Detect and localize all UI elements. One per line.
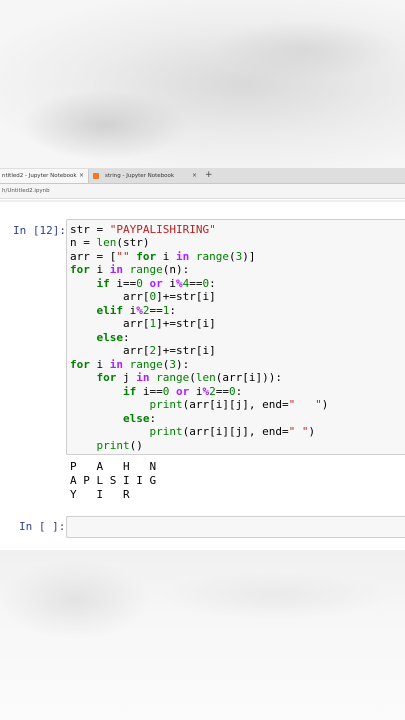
code-line: if i==0 or i%4==0: [96,277,216,290]
background-blur [20,90,190,160]
tab-title: ntitled2 - Jupyter Notebook [2,173,77,179]
new-tab-button[interactable]: + [205,169,213,182]
code-line: arr[2]+=str[i] [70,344,216,357]
blurred-video-background-bottom [0,550,405,720]
address-bar[interactable]: h/Untitled2.ipynb [0,184,405,199]
code-line: n = len(str) [70,236,150,249]
code-line: for j in range(len(arr[i])): [96,371,282,384]
url-text: h/Untitled2.ipynb [2,188,50,194]
cell-output-line: Y I R [70,488,130,501]
code-line: for i in range(3): [70,358,190,371]
cell-prompt: In [12]: [13,224,66,237]
code-line: print(arr[i][j], end=" ") [149,398,329,411]
close-tab-icon[interactable]: × [192,169,197,183]
code-line: str = "PAYPALISHIRING" [70,223,216,236]
browser-tab-bar: ntitled2 - Jupyter Notebook × string - J… [0,168,405,184]
code-line: print(arr[i][j], end=" ") [149,425,316,438]
cell-output-line: A P L S I I G [70,474,157,487]
jupyter-favicon-icon [93,173,99,179]
background-blur [210,20,400,80]
browser-tab-untitled2[interactable]: ntitled2 - Jupyter Notebook × [0,169,89,183]
code-line: if i==0 or i%2==0: [122,385,243,398]
code-line: arr[0]+=str[i] [70,290,216,303]
background-blur [160,570,390,620]
code-line: arr = ["" for i in range(3)] [70,250,256,263]
browser-tab-string[interactable]: string - Jupyter Notebook × [89,169,201,183]
code-line: else: [122,412,157,425]
code-line: print() [96,439,143,452]
close-tab-icon[interactable]: × [79,169,84,183]
background-blur [0,560,150,640]
code-line: for i in range(n): [70,263,190,276]
tab-title: string - Jupyter Notebook [105,173,175,179]
blurred-video-background-top [0,0,405,168]
code-line: elif i%2==1: [96,304,177,317]
cell-output-line: P A H N [70,460,157,473]
code-cell-input[interactable]: str = "PAYPALISHIRING" n = len(str) arr … [66,219,405,455]
code-line: arr[1]+=str[i] [70,317,216,330]
notebook-divider [0,200,405,202]
code-line: else: [96,331,130,344]
empty-code-cell-input[interactable] [66,516,405,538]
cell-prompt: In [ ]: [19,520,66,533]
